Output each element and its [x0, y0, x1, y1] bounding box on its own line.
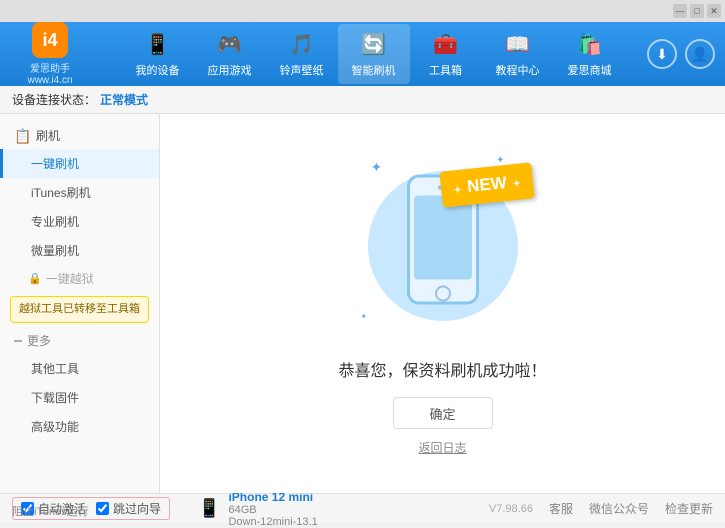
close-button[interactable]: ✕: [707, 4, 721, 18]
sidebar-section-flash-title[interactable]: 📋 刷机: [0, 122, 159, 149]
smart-flash-label: 智能刷机: [352, 62, 396, 78]
sidebar-item-jailbreak-disabled: 🔒 一键越狱: [0, 265, 159, 292]
device-details: iPhone 12 mini 64GB Down-12mini-13.1: [228, 490, 317, 528]
download-button[interactable]: ⬇: [647, 39, 677, 69]
apps-games-label: 应用游戏: [208, 62, 252, 78]
sidebar-item-download-firmware[interactable]: 下载固件: [0, 383, 159, 412]
nav-toolbox[interactable]: 🧰 工具箱: [410, 24, 482, 84]
status-label: 设备连接状态：: [12, 91, 96, 108]
skip-guide-input[interactable]: [96, 502, 109, 515]
apple-store-label: 爱思商城: [568, 62, 612, 78]
maximize-button[interactable]: □: [690, 4, 704, 18]
smart-flash-icon: 🔄: [360, 31, 388, 59]
sidebar-item-other-tools[interactable]: 其他工具: [0, 354, 159, 383]
my-device-label: 我的设备: [136, 62, 180, 78]
illustration-container: ✦ NEW ✦ ✦ ✦ ✦: [353, 151, 533, 341]
bottom-section: 自动激活 跳过向导 📱 iPhone 12 mini 64GB Down-12m…: [0, 493, 725, 523]
title-bar: — □ ✕: [0, 0, 725, 22]
itunes-status: 阻止iTunes运行: [12, 503, 89, 519]
logo[interactable]: i4 爱思助手 www.i4.cn: [10, 22, 90, 86]
phone-screen: [414, 195, 472, 279]
device-firmware: Down-12mini-13.1: [228, 516, 317, 528]
success-text: 恭喜您，保资料刷机成功啦！: [338, 357, 546, 381]
new-badge-star-right: ✦: [512, 178, 521, 190]
jailbreak-label: 一键越狱: [46, 270, 94, 287]
content-area: ✦ NEW ✦ ✦ ✦ ✦ 恭喜您，保资料刷机成功啦！ 确定 返回日志: [160, 114, 725, 493]
version-text: V7.98.66: [489, 503, 533, 515]
sidebar-section-more-title[interactable]: 更多: [0, 327, 159, 354]
device-phone-icon: 📱: [198, 498, 220, 519]
sparkle-3: ✦: [361, 312, 368, 321]
status-value: 正常模式: [100, 91, 148, 108]
confirm-button[interactable]: 确定: [393, 397, 493, 429]
nav-right: ⬇ 👤: [647, 39, 715, 69]
nav-smart-flash[interactable]: 🔄 智能刷机: [338, 24, 410, 84]
sparkle-1: ✦: [371, 159, 383, 176]
skip-guide-label: 跳过向导: [113, 500, 161, 517]
nav-items: 📱 我的设备 🎮 应用游戏 🎵 铃声壁纸 🔄 智能刷机 🧰 工具箱 📖 教程中心…: [100, 24, 647, 84]
flash-section-icon: 📋: [14, 128, 30, 144]
apps-games-icon: 🎮: [216, 31, 244, 59]
phone-home-btn: [435, 286, 451, 302]
nav-apple-store[interactable]: 🛍️ 爱思商城: [554, 24, 626, 84]
new-badge: ✦ NEW ✦: [439, 162, 534, 207]
sidebar-item-pro[interactable]: 专业刷机: [0, 207, 159, 236]
sidebar-notice: 越狱工具已转移至工具箱: [10, 296, 149, 323]
toolbox-icon: 🧰: [432, 31, 460, 59]
bottom-right: V7.98.66 客服 微信公众号 检查更新: [489, 500, 713, 517]
nav-my-device[interactable]: 📱 我的设备: [122, 24, 194, 84]
customer-service-link[interactable]: 客服: [549, 500, 573, 517]
skip-guide-checkbox[interactable]: 跳过向导: [96, 500, 161, 517]
logo-text: 爱思助手: [30, 60, 70, 75]
new-badge-star-left: ✦: [452, 185, 461, 197]
new-badge-text: NEW: [466, 173, 507, 196]
toolbox-label: 工具箱: [429, 62, 462, 78]
nav-ringtone[interactable]: 🎵 铃声壁纸: [266, 24, 338, 84]
ringtone-label: 铃声壁纸: [280, 62, 324, 78]
user-button[interactable]: 👤: [685, 39, 715, 69]
nav-tutorial[interactable]: 📖 教程中心: [482, 24, 554, 84]
sidebar-section-flash: 📋 刷机 一键刷机 iTunes刷机 专业刷机 微量刷机 🔒 一键越狱 越狱工具…: [0, 122, 159, 323]
top-nav: i4 爱思助手 www.i4.cn 📱 我的设备 🎮 应用游戏 🎵 铃声壁纸 🔄…: [0, 22, 725, 86]
sidebar: 📋 刷机 一键刷机 iTunes刷机 专业刷机 微量刷机 🔒 一键越狱 越狱工具…: [0, 114, 160, 493]
nav-apps-games[interactable]: 🎮 应用游戏: [194, 24, 266, 84]
tutorial-icon: 📖: [504, 31, 532, 59]
check-update-link[interactable]: 检查更新: [665, 500, 713, 517]
main-layout: 📋 刷机 一键刷机 iTunes刷机 专业刷机 微量刷机 🔒 一键越狱 越狱工具…: [0, 114, 725, 493]
flash-section-label: 刷机: [36, 127, 60, 144]
sidebar-section-more: 更多 其他工具 下载固件 高级功能: [0, 327, 159, 441]
logo-subtext: www.i4.cn: [27, 75, 72, 86]
lock-icon: 🔒: [28, 272, 42, 285]
sidebar-item-itunes[interactable]: iTunes刷机: [0, 178, 159, 207]
logo-icon: i4: [32, 22, 68, 58]
more-section-label: 更多: [27, 332, 51, 349]
ringtone-icon: 🎵: [288, 31, 316, 59]
device-info: 📱 iPhone 12 mini 64GB Down-12mini-13.1: [198, 490, 318, 528]
apple-store-icon: 🛍️: [576, 31, 604, 59]
sidebar-item-advanced[interactable]: 高级功能: [0, 412, 159, 441]
return-log-button[interactable]: 返回日志: [418, 439, 466, 456]
sidebar-item-micro[interactable]: 微量刷机: [0, 236, 159, 265]
status-bar: 设备连接状态： 正常模式: [0, 86, 725, 114]
minimize-button[interactable]: —: [673, 4, 687, 18]
sidebar-item-onekey[interactable]: 一键刷机: [0, 149, 159, 178]
wechat-link[interactable]: 微信公众号: [589, 500, 649, 517]
device-storage: 64GB: [228, 504, 317, 516]
my-device-icon: 📱: [144, 31, 172, 59]
tutorial-label: 教程中心: [496, 62, 540, 78]
